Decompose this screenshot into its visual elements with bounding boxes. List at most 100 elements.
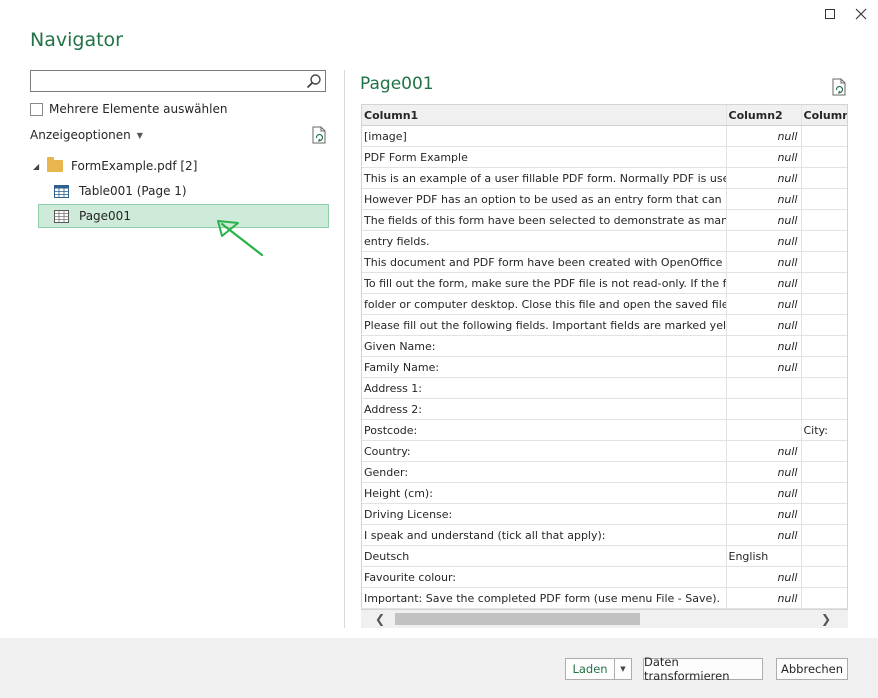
pane-divider[interactable] — [344, 70, 345, 628]
table-cell — [801, 545, 847, 567]
table-row: PDF Form Example null — [362, 146, 847, 168]
table-cell: Address 2: — [362, 398, 727, 420]
tree-item-table001[interactable]: Table001 (Page 1) — [54, 179, 187, 203]
table-row: I speak and understand (tick all that ap… — [362, 524, 847, 546]
table-cell — [801, 482, 847, 504]
tree-item-pdf[interactable]: ◢ FormExample.pdf [2] — [33, 154, 197, 178]
table-cell: entry fields. — [362, 230, 727, 252]
preview-grid[interactable]: Column1 Column2 Column3 [image]nullPDF F… — [361, 104, 848, 610]
chevron-down-icon: ▼ — [136, 130, 143, 140]
search-field[interactable] — [33, 72, 307, 92]
page-table-icon — [54, 209, 69, 223]
table-cell: City: — [801, 419, 847, 441]
multi-select-label: Mehrere Elemente auswählen — [49, 102, 228, 116]
tree-item-label: FormExample.pdf [2] — [71, 159, 198, 173]
table-cell: null — [726, 566, 802, 588]
table-cell — [801, 272, 847, 294]
table-cell: null — [726, 167, 802, 189]
annotation-arrow-icon — [217, 220, 264, 257]
table-cell: null — [726, 314, 802, 336]
header-row: Column1 Column2 Column3 — [362, 105, 847, 126]
table-row: Gender: null — [362, 461, 847, 483]
table-cell — [801, 146, 847, 168]
table-cell: null — [726, 335, 802, 357]
column-header[interactable]: Column2 — [726, 105, 802, 126]
table-row: entry fields. null — [362, 230, 847, 252]
table-row: Family Name: null — [362, 356, 847, 378]
table-row: Country: null — [362, 440, 847, 462]
table-cell: [image] — [362, 125, 727, 147]
column-header[interactable]: Column1 — [362, 105, 727, 126]
cancel-button[interactable]: Abbrechen — [776, 658, 848, 680]
maximize-icon — [824, 8, 835, 19]
table-cell: null — [726, 482, 802, 504]
table-cell — [801, 188, 847, 210]
table-cell — [801, 440, 847, 462]
table-cell — [801, 587, 847, 609]
table-cell: Gender: — [362, 461, 727, 483]
load-options-button[interactable]: ▼ — [614, 658, 632, 680]
table-cell: Postcode: — [362, 419, 727, 441]
table-cell: null — [726, 440, 802, 462]
preview-table: Column1 Column2 Column3 [image]nullPDF F… — [362, 105, 847, 609]
tree-item-page001[interactable]: Page001 — [38, 204, 329, 228]
table-row: To fill out the form, make sure the PDF … — [362, 272, 847, 294]
refresh-icon[interactable] — [310, 126, 328, 144]
table-cell: null — [726, 356, 802, 378]
table-cell — [726, 377, 802, 399]
expand-triangle-icon[interactable]: ◢ — [33, 162, 47, 171]
table-cell: This document and PDF form have been cre… — [362, 251, 727, 273]
table-cell — [801, 293, 847, 315]
search-input[interactable] — [30, 70, 326, 92]
table-row: Favourite colour: null — [362, 566, 847, 588]
table-cell — [801, 125, 847, 147]
table-cell: null — [726, 188, 802, 210]
table-cell: Please fill out the following fields. Im… — [362, 314, 727, 336]
table-row: Address 2: — [362, 398, 847, 420]
table-cell: However PDF has an option to be used as … — [362, 188, 727, 210]
table-row: Height (cm): null — [362, 482, 847, 504]
table-cell: Address 1: — [362, 377, 727, 399]
display-options-dropdown[interactable]: Anzeigeoptionen ▼ — [30, 128, 143, 142]
table-icon — [54, 184, 69, 198]
scrollbar-thumb[interactable] — [395, 613, 640, 625]
table-cell: null — [726, 272, 802, 294]
display-options-label: Anzeigeoptionen — [30, 128, 131, 142]
horizontal-scrollbar[interactable]: ❮ ❯ — [361, 610, 848, 628]
close-icon — [855, 8, 867, 20]
table-cell: Important: Save the completed PDF form (… — [362, 587, 727, 609]
table-row: The fields of this form have been select… — [362, 209, 847, 231]
search-icon[interactable] — [306, 73, 322, 89]
table-cell: null — [726, 503, 802, 525]
table-cell: Family Name: — [362, 356, 727, 378]
table-cell — [801, 566, 847, 588]
table-cell: null — [726, 125, 802, 147]
table-cell — [801, 356, 847, 378]
table-cell: Given Name: — [362, 335, 727, 357]
scroll-right-icon[interactable]: ❯ — [817, 611, 835, 627]
multi-select-option[interactable]: Mehrere Elemente auswählen — [30, 102, 227, 116]
table-row: Driving License: null — [362, 503, 847, 525]
table-cell: null — [726, 209, 802, 231]
table-cell: English — [726, 545, 802, 567]
column-header[interactable]: Column3 — [801, 105, 847, 126]
table-row: [image] null — [362, 125, 847, 147]
table-cell: I speak and understand (tick all that ap… — [362, 524, 727, 546]
table-cell: null — [726, 461, 802, 483]
table-cell — [801, 230, 847, 252]
table-cell — [726, 419, 802, 441]
table-row: However PDF has an option to be used as … — [362, 188, 847, 210]
table-cell: null — [726, 524, 802, 546]
multi-select-checkbox[interactable] — [30, 102, 43, 116]
table-row: Please fill out the following fields. Im… — [362, 314, 847, 336]
maximize-button[interactable] — [815, 0, 845, 28]
load-button[interactable]: Laden — [565, 658, 615, 680]
table-cell — [726, 398, 802, 420]
scroll-left-icon[interactable]: ❮ — [371, 611, 389, 627]
refresh-preview-icon[interactable] — [830, 78, 848, 96]
table-cell: Country: — [362, 440, 727, 462]
table-cell — [801, 461, 847, 483]
folder-icon — [47, 157, 63, 172]
close-button[interactable] — [846, 0, 876, 28]
transform-data-button[interactable]: Daten transformieren — [643, 655, 763, 683]
